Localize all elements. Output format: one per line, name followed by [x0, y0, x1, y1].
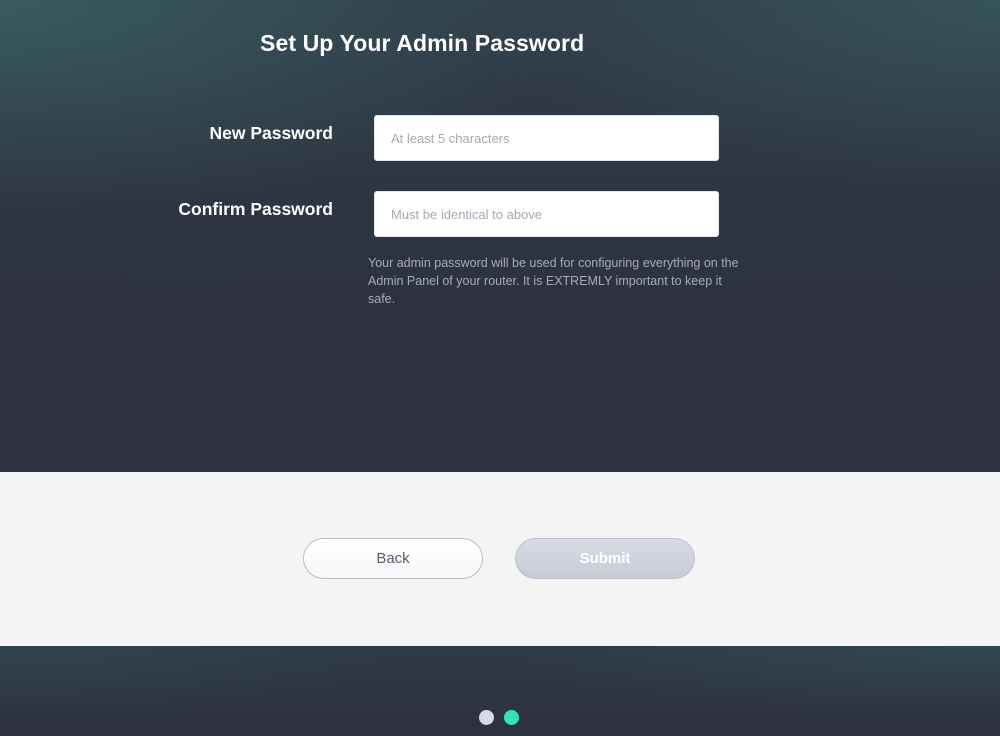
- confirm-password-input[interactable]: [374, 191, 719, 237]
- setup-panel: Set Up Your Admin Password New Password …: [0, 0, 1000, 472]
- step-indicator-2: [504, 710, 519, 725]
- confirm-password-label: Confirm Password: [178, 199, 333, 219]
- new-password-label: New Password: [209, 123, 333, 143]
- submit-button[interactable]: Submit: [515, 538, 695, 579]
- new-password-input[interactable]: [374, 115, 719, 161]
- password-help-text: Your admin password will be used for con…: [368, 256, 739, 306]
- step-indicator-1: [479, 710, 494, 725]
- back-button[interactable]: Back: [303, 538, 483, 579]
- page-title: Set Up Your Admin Password: [260, 30, 585, 56]
- button-bar: Back Submit: [0, 472, 1000, 646]
- footer-panel: [0, 646, 1000, 736]
